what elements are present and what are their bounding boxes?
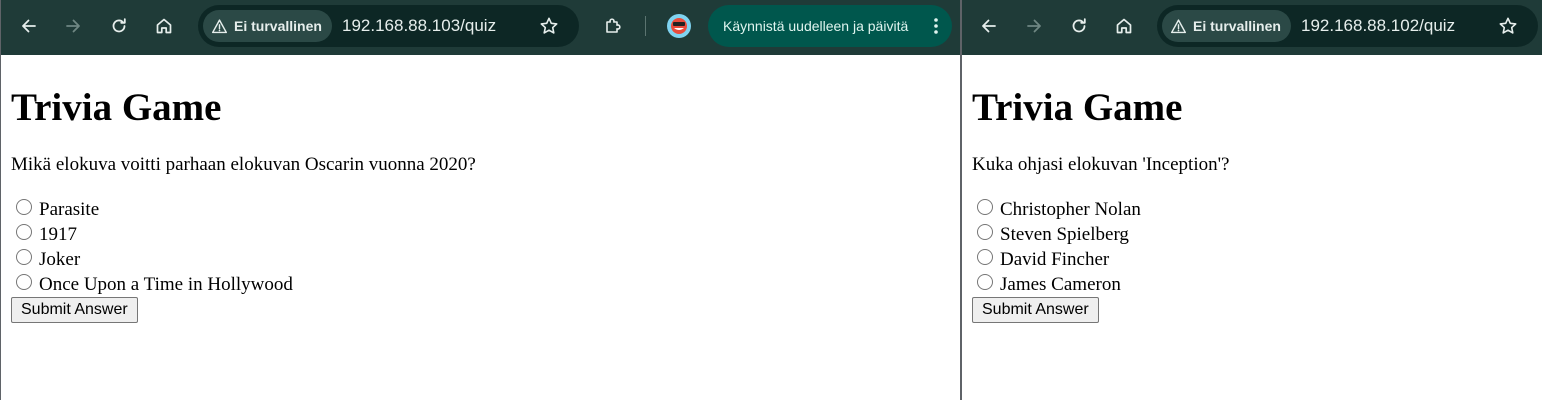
- option-label: David Fincher: [1000, 248, 1110, 270]
- radio-button[interactable]: [16, 273, 32, 290]
- address-bar[interactable]: Ei turvallinen 192.168.88.103/quiz: [198, 5, 579, 47]
- submit-answer-button[interactable]: Submit Answer: [972, 297, 1099, 323]
- reload-icon: [1072, 18, 1086, 33]
- warning-triangle-icon: [1170, 18, 1187, 33]
- page-title: Trivia Game: [972, 86, 1183, 129]
- home-icon: [156, 18, 172, 34]
- kebab-menu-icon: [934, 18, 938, 34]
- quiz-question: Mikä elokuva voitti parhaan elokuvan Osc…: [11, 154, 476, 175]
- option-label: Joker: [39, 248, 81, 270]
- profile-avatar[interactable]: [667, 14, 691, 38]
- page-content: Trivia Game Kuka ohjasi elokuvan 'Incept…: [972, 56, 1532, 323]
- page-title: Trivia Game: [11, 86, 222, 129]
- back-button[interactable]: [973, 10, 1005, 42]
- quiz-question: Kuka ohjasi elokuvan 'Inception'?: [972, 154, 1230, 175]
- security-chip[interactable]: Ei turvallinen: [203, 10, 332, 42]
- forward-button[interactable]: [1018, 10, 1050, 42]
- bookmark-button[interactable]: [1492, 10, 1524, 42]
- radio-button[interactable]: [977, 248, 993, 265]
- answer-option[interactable]: David Fincher: [972, 247, 1532, 272]
- reload-button[interactable]: [103, 10, 135, 42]
- home-button[interactable]: [1108, 10, 1140, 42]
- puzzle-icon: [606, 18, 621, 33]
- security-label: Ei turvallinen: [1193, 18, 1281, 34]
- radio-button[interactable]: [977, 223, 993, 240]
- reload-button[interactable]: [1063, 10, 1095, 42]
- option-label: Christopher Nolan: [1000, 198, 1141, 220]
- option-label: Parasite: [39, 198, 100, 220]
- radio-button[interactable]: [977, 273, 993, 290]
- home-icon: [1116, 18, 1132, 34]
- radio-button[interactable]: [977, 198, 993, 215]
- star-icon: [540, 17, 558, 34]
- browser-window-right: Ei turvallinen 192.168.88.102/quiz Trivi…: [960, 0, 1542, 400]
- option-label: James Cameron: [1000, 273, 1121, 295]
- warning-triangle-icon: [211, 18, 228, 33]
- star-icon: [1499, 17, 1517, 34]
- browser-toolbar: Ei turvallinen 192.168.88.102/quiz: [962, 0, 1542, 55]
- update-label: Käynnistä uudelleen ja päivitä: [723, 18, 909, 34]
- toolbar-separator: [645, 16, 646, 36]
- browser-toolbar: Ei turvallinen 192.168.88.103/quiz Käynn…: [1, 0, 960, 55]
- address-bar[interactable]: Ei turvallinen 192.168.88.102/quiz: [1157, 5, 1538, 47]
- url-text[interactable]: 192.168.88.103/quiz: [342, 16, 496, 36]
- security-label: Ei turvallinen: [234, 18, 322, 34]
- forward-arrow-icon: [1027, 19, 1041, 33]
- reload-icon: [112, 18, 126, 33]
- radio-button[interactable]: [16, 223, 32, 240]
- extensions-button[interactable]: [597, 10, 629, 42]
- back-button[interactable]: [13, 10, 45, 42]
- submit-answer-button[interactable]: Submit Answer: [11, 297, 138, 323]
- option-label: Once Upon a Time in Hollywood: [39, 273, 293, 295]
- chrome-menu-button[interactable]: [926, 16, 946, 36]
- answer-option[interactable]: Once Upon a Time in Hollywood: [11, 272, 950, 297]
- page-content: Trivia Game Mikä elokuva voitti parhaan …: [11, 56, 950, 323]
- radio-button[interactable]: [16, 198, 32, 215]
- url-text[interactable]: 192.168.88.102/quiz: [1301, 16, 1455, 36]
- answer-options: Christopher Nolan Steven Spielberg David…: [972, 197, 1532, 297]
- answer-option[interactable]: Steven Spielberg: [972, 222, 1532, 247]
- bookmark-button[interactable]: [533, 10, 565, 42]
- answer-option[interactable]: James Cameron: [972, 272, 1532, 297]
- answer-option[interactable]: 1917: [11, 222, 950, 247]
- answer-option[interactable]: Parasite: [11, 197, 950, 222]
- browser-window-left: Ei turvallinen 192.168.88.103/quiz Käynn…: [0, 0, 960, 400]
- option-label: 1917: [39, 223, 77, 245]
- answer-option[interactable]: Joker: [11, 247, 950, 272]
- forward-arrow-icon: [66, 19, 80, 33]
- forward-button[interactable]: [57, 10, 89, 42]
- home-button[interactable]: [148, 10, 180, 42]
- update-restart-button[interactable]: Käynnistä uudelleen ja päivitä: [708, 5, 952, 47]
- back-arrow-icon: [982, 19, 996, 33]
- radio-button[interactable]: [16, 248, 32, 265]
- security-chip[interactable]: Ei turvallinen: [1162, 10, 1291, 42]
- answer-option[interactable]: Christopher Nolan: [972, 197, 1532, 222]
- back-arrow-icon: [22, 19, 36, 33]
- option-label: Steven Spielberg: [1000, 223, 1129, 245]
- answer-options: Parasite 1917 Joker Once Upon a Time in …: [11, 197, 950, 297]
